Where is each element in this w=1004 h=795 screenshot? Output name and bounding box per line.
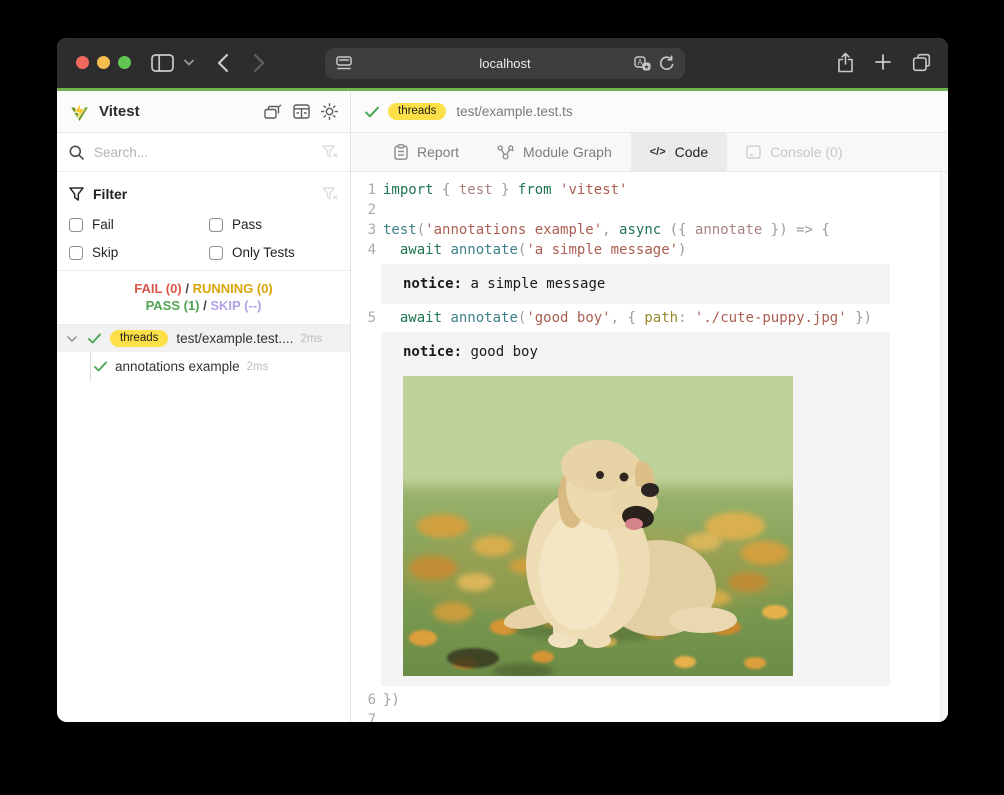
test-file-duration: 2ms <box>300 333 322 345</box>
tab-report[interactable]: Report <box>375 133 478 171</box>
search-input[interactable]: Search... <box>94 145 322 160</box>
pool-badge: threads <box>110 330 168 347</box>
zoom-window-button[interactable] <box>118 56 131 69</box>
chevron-down-icon[interactable] <box>184 59 194 66</box>
clear-filter-icon[interactable] <box>322 187 338 201</box>
search-bar[interactable]: Search... <box>57 133 350 172</box>
close-window-button[interactable] <box>76 56 89 69</box>
line-number: 3 <box>351 220 376 240</box>
code-icon: </> <box>650 146 666 158</box>
sidebar: Vitest <box>57 91 351 722</box>
tree-guide-line <box>90 352 91 381</box>
checkbox[interactable] <box>209 246 223 260</box>
tab-code[interactable]: </> Code <box>631 133 727 171</box>
filter-checkbox-pass[interactable]: Pass <box>209 217 338 232</box>
code-line: 5 await annotate('good boy', { path: './… <box>351 308 948 328</box>
code-line: 6}) <box>351 690 948 710</box>
line-number: 2 <box>351 200 376 220</box>
test-tree: threads test/example.test.... 2ms annota… <box>57 324 350 381</box>
module-graph-icon <box>497 145 514 160</box>
tab-bar: Report Module Graph </> Code <box>351 133 948 172</box>
app-title: Vitest <box>99 103 253 120</box>
sidebar-header: Vitest <box>57 91 350 133</box>
code-view: 1import { test } from 'vitest'23test('an… <box>351 172 948 722</box>
tab-overview-icon[interactable] <box>912 53 931 72</box>
code-line: 3test('annotations example', async ({ an… <box>351 220 948 240</box>
annotation-label: notice: <box>403 344 462 360</box>
annotation-message: good boy <box>462 344 538 360</box>
skip-count: SKIP (--) <box>210 298 261 313</box>
test-status-summary: FAIL (0) / RUNNING (0) PASS (1) / SKIP (… <box>57 270 350 324</box>
browser-window: localhost A ★ <box>57 38 948 722</box>
minimize-window-button[interactable] <box>97 56 110 69</box>
back-button[interactable] <box>217 53 229 73</box>
new-tab-icon[interactable] <box>874 53 892 71</box>
pass-check-icon <box>94 361 107 372</box>
annotation-notice: notice: good boy <box>381 332 890 686</box>
filter-icon <box>69 187 84 201</box>
checkbox[interactable] <box>69 218 83 232</box>
test-case-name: annotations example <box>115 359 240 374</box>
reload-icon[interactable] <box>659 55 675 72</box>
search-icon <box>69 145 84 160</box>
open-file-name: test/example.test.ts <box>456 104 572 119</box>
pass-check-icon <box>365 106 379 118</box>
test-case-row[interactable]: annotations example 2ms <box>57 352 350 381</box>
address-bar[interactable]: localhost A ★ <box>325 48 685 79</box>
vitest-logo-icon <box>69 102 90 122</box>
checkbox[interactable] <box>69 246 83 260</box>
filter-section: Filter Fail Pass <box>57 172 350 270</box>
pass-count: PASS (1) <box>146 298 200 313</box>
file-header: threads test/example.test.ts <box>351 91 948 133</box>
filter-checkbox-skip[interactable]: Skip <box>69 245 209 260</box>
filter-title: Filter <box>93 186 322 202</box>
svg-text:A: A <box>637 58 643 67</box>
test-case-duration: 2ms <box>247 361 269 373</box>
collapse-panels-icon[interactable] <box>264 104 282 120</box>
console-icon <box>746 145 761 159</box>
tab-module-graph[interactable]: Module Graph <box>478 133 631 171</box>
fail-count: FAIL (0) <box>134 281 181 296</box>
code-line: 1import { test } from 'vitest' <box>351 180 948 200</box>
clear-search-icon[interactable] <box>322 145 338 159</box>
main-panel: threads test/example.test.ts Report <box>351 91 948 722</box>
checkbox[interactable] <box>209 218 223 232</box>
running-count: RUNNING (0) <box>193 281 273 296</box>
pool-badge: threads <box>388 103 446 120</box>
translate-icon[interactable]: A ★ <box>634 56 651 71</box>
tab-console[interactable]: Console (0) <box>727 133 861 171</box>
line-number: 6 <box>351 690 376 710</box>
line-number: 5 <box>351 308 376 328</box>
scrollbar-track[interactable] <box>940 172 948 722</box>
test-file-row[interactable]: threads test/example.test.... 2ms <box>57 325 350 352</box>
browser-toolbar: localhost A ★ <box>57 38 948 88</box>
test-file-name: test/example.test.... <box>176 331 293 346</box>
svg-text:★: ★ <box>644 63 650 71</box>
pass-check-icon <box>88 333 101 344</box>
theme-toggle-sun-icon[interactable] <box>321 103 338 120</box>
puppy-image <box>403 376 793 676</box>
code-line: 2 <box>351 200 948 220</box>
line-number: 7 <box>351 710 376 722</box>
annotation-message: a simple message <box>462 276 605 292</box>
annotation-label: notice: <box>403 276 462 292</box>
url-text: localhost <box>325 56 685 71</box>
forward-button[interactable] <box>253 53 265 73</box>
dashboard-icon[interactable] <box>293 104 310 119</box>
sidebar-toggle-icon[interactable] <box>151 54 174 72</box>
annotation-notice: notice: a simple message <box>381 264 890 304</box>
filter-checkbox-only-tests[interactable]: Only Tests <box>209 245 338 260</box>
line-number: 4 <box>351 240 376 260</box>
chevron-down-icon[interactable] <box>67 335 77 343</box>
code-line: 7 <box>351 710 948 722</box>
filter-checkbox-fail[interactable]: Fail <box>69 217 209 232</box>
share-icon[interactable] <box>837 52 854 73</box>
code-line: 4 await annotate('a simple message') <box>351 240 948 260</box>
report-icon <box>394 144 408 160</box>
line-number: 1 <box>351 180 376 200</box>
